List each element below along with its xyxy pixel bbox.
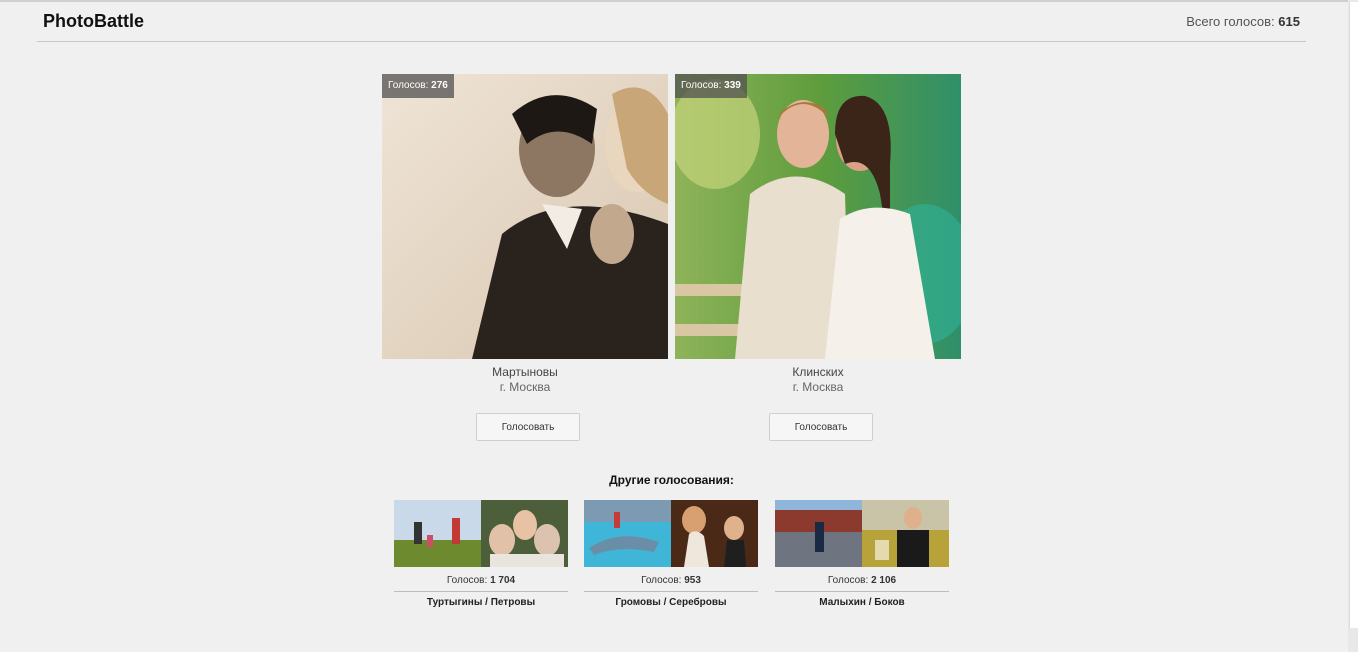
total-votes-value: 615: [1278, 14, 1300, 29]
other-battle-votes: Голосов: 2 106: [775, 575, 949, 592]
photo-right[interactable]: Голосов: 339: [675, 74, 961, 359]
logo[interactable]: PhotoBattle: [43, 11, 144, 32]
couple-name-right: Клинских: [792, 365, 844, 379]
other-battle-3[interactable]: Голосов: 2 106 Малыхин / Боков: [775, 500, 949, 608]
couple-info-right: Клинских г. Москва: [675, 365, 961, 394]
votes-label: Голосов:: [827, 575, 869, 586]
votes-count: 1 704: [490, 575, 516, 586]
other-battle-names[interactable]: Громовы / Серебровы: [584, 597, 758, 608]
votes-badge-label: Голосов:: [681, 80, 722, 91]
other-battle-votes: Голосов: 1 704: [394, 575, 568, 592]
other-battle-names[interactable]: Туртыгины / Петровы: [394, 597, 568, 608]
votes-badge-count: 339: [724, 80, 741, 91]
votes-count: 953: [684, 575, 701, 586]
votes-badge-count: 276: [431, 80, 448, 91]
other-battle-thumbnail[interactable]: [394, 500, 568, 567]
other-battles-title: Другие голосования:: [609, 473, 734, 487]
total-votes: Всего голосов: 615: [1186, 14, 1300, 29]
other-battle-names[interactable]: Малыхин / Боков: [775, 597, 949, 608]
photo-left[interactable]: Голосов: 276: [382, 74, 668, 359]
other-battle-thumbnail[interactable]: [775, 500, 949, 567]
votes-badge-right: Голосов: 339: [675, 74, 747, 98]
votes-count: 2 106: [871, 575, 897, 586]
votes-badge-left: Голосов: 276: [382, 74, 454, 98]
total-votes-label: Всего голосов:: [1186, 14, 1275, 29]
votes-label: Голосов:: [446, 575, 488, 586]
couple-city-right: г. Москва: [792, 380, 844, 394]
battle-card-right: Голосов: 339 Клинских г. Москва Голосова…: [675, 74, 961, 441]
votes-badge-label: Голосов:: [388, 80, 429, 91]
battle-card-left: Голосов: 276 Мартыновы г. Москва Голосов…: [382, 74, 668, 441]
couple-info-left: Мартыновы г. Москва: [382, 365, 668, 394]
other-battle-votes: Голосов: 953: [584, 575, 758, 592]
header: PhotoBattle Всего голосов: 615: [37, 2, 1306, 42]
scrollbar[interactable]: [1348, 0, 1358, 652]
other-battle-1[interactable]: Голосов: 1 704 Туртыгины / Петровы: [394, 500, 568, 608]
scrollbar-thumb[interactable]: [1349, 2, 1358, 628]
other-battle-2[interactable]: Голосов: 953 Громовы / Серебровы: [584, 500, 758, 608]
votes-label: Голосов:: [641, 575, 682, 586]
vote-button-left[interactable]: Голосовать: [476, 413, 580, 441]
vote-button-right[interactable]: Голосовать: [769, 413, 873, 441]
couple-name-left: Мартыновы: [492, 365, 558, 379]
other-battle-thumbnail[interactable]: [584, 500, 758, 567]
couple-city-left: г. Москва: [499, 380, 551, 394]
